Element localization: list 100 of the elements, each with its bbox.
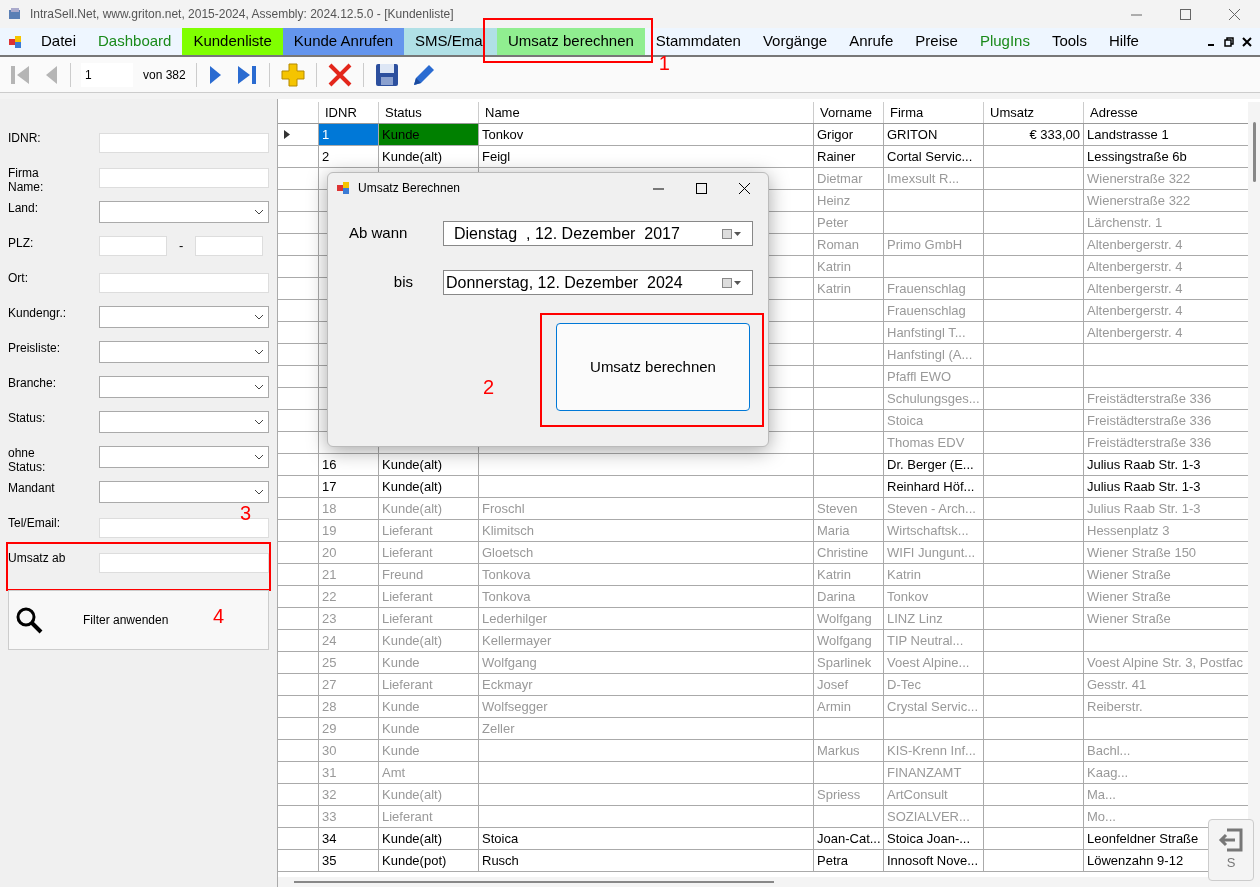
- exit-button[interactable]: S: [1208, 819, 1254, 881]
- table-cell-text: Grigor: [817, 125, 854, 144]
- table-cell-text: Frauenschlag: [887, 279, 966, 298]
- table-cell-text: 22: [322, 587, 337, 606]
- dropdown-field[interactable]: [99, 446, 269, 468]
- table-cell-text: Wiener Straße 150: [1087, 543, 1197, 562]
- table-cell-text: Leonfeldner Straße: [1087, 829, 1199, 848]
- menu-item[interactable]: Tools: [1040, 28, 1098, 55]
- dropdown-field[interactable]: [99, 341, 269, 363]
- column-header[interactable]: Firma: [883, 102, 983, 123]
- dropdown-field[interactable]: [99, 411, 269, 433]
- table-cell-text: ArtConsult: [887, 785, 948, 804]
- table-cell-text: D-Tec: [887, 675, 921, 694]
- table-cell-text: 2: [322, 147, 330, 166]
- column-header[interactable]: Status: [378, 102, 478, 123]
- table-cell-text: Lieferant: [382, 521, 433, 540]
- table-cell-text: Heinz: [817, 191, 851, 210]
- table-cell-text: Kunde(alt): [382, 147, 442, 166]
- column-header[interactable]: Umsatz: [983, 102, 1083, 123]
- menu-item[interactable]: Stammdaten: [644, 28, 752, 55]
- column-header[interactable]: Vorname: [813, 102, 883, 123]
- input-field[interactable]: [99, 236, 167, 256]
- table-cell-text: 21: [322, 565, 337, 584]
- column-header[interactable]: IDNR: [318, 102, 378, 123]
- menu-item[interactable]: PlugIns: [968, 28, 1041, 55]
- date-field[interactable]: Donnerstag, 12. Dezember 2024: [443, 270, 753, 295]
- table-cell-text: Tonkova: [482, 565, 531, 584]
- menu-item[interactable]: Kundenliste: [182, 28, 283, 55]
- column-header[interactable]: Name: [478, 102, 813, 123]
- table-cell-text: Pfaffl EWO: [887, 367, 952, 386]
- field-label: Firma Name:: [8, 165, 45, 194]
- table-cell-text: WIFI Jungunt...: [887, 543, 976, 562]
- calendar-dropdown-icon[interactable]: [722, 277, 742, 288]
- table-cell-text: Feigl: [482, 147, 511, 166]
- table-cell-text: Kunde: [382, 125, 420, 144]
- table-cell-text: 20: [322, 543, 337, 562]
- table-cell-text: Lieferant: [382, 675, 433, 694]
- menu-item[interactable]: SMS/Emai: [404, 28, 497, 55]
- table-cell-text: 32: [322, 785, 337, 804]
- calendar-dropdown-icon[interactable]: [722, 228, 742, 239]
- date-field[interactable]: Dienstag , 12. Dezember 2017: [443, 221, 753, 246]
- input-field[interactable]: [195, 236, 264, 256]
- table-cell-text: Steven - Arch...: [887, 499, 976, 518]
- input-field[interactable]: [99, 518, 269, 538]
- table-cell-text: Wiener Straße: [1087, 565, 1171, 584]
- menu-item[interactable]: Dashboard: [87, 28, 183, 55]
- dropdown-field[interactable]: [99, 376, 269, 398]
- input-field[interactable]: [99, 133, 269, 153]
- table-cell-text: Stoica: [887, 411, 924, 430]
- table-cell-text: Löwenzahn 9-12: [1087, 851, 1184, 870]
- row-pointer-icon: [284, 130, 290, 139]
- table-cell-text: Hanfstingl T...: [887, 323, 966, 342]
- table-cell-text: GRITON: [887, 125, 938, 144]
- table-cell-text: Lärchenstr. 1: [1087, 213, 1163, 232]
- field-label: PLZ:: [8, 235, 35, 250]
- table-cell-text: Mo...: [1087, 807, 1116, 826]
- table-cell-text: 35: [322, 851, 337, 870]
- menu-item[interactable]: Kunde Anrufen: [282, 28, 405, 55]
- table-cell-text: Wienerstraße 322: [1087, 169, 1191, 188]
- plus-icon[interactable]: [279, 61, 306, 88]
- table-cell-text: Voest Alpine...: [887, 653, 970, 672]
- dropdown-field[interactable]: [99, 481, 269, 503]
- page-field[interactable]: 1: [81, 62, 133, 87]
- scrollbar-thumb[interactable]: [294, 881, 774, 883]
- table-cell-text: Wirtschaftsk...: [887, 521, 969, 540]
- callout-number: 3: [240, 503, 252, 523]
- table-cell-text: Josef: [817, 675, 849, 694]
- dropdown-field[interactable]: [99, 201, 269, 223]
- menu-item[interactable]: Preise: [904, 28, 969, 55]
- table-cell-text: Maria: [817, 521, 850, 540]
- table-cell-text: Wolfgang: [817, 631, 872, 650]
- close-icon[interactable]: [1242, 36, 1252, 47]
- table-cell-text: LINZ Linz: [887, 609, 943, 628]
- restore-icon[interactable]: [1224, 36, 1234, 47]
- table-cell-text: Dr. Berger (E...: [887, 455, 974, 474]
- input-field[interactable]: [99, 273, 269, 293]
- chevron-icon: [254, 489, 264, 495]
- dropdown-field[interactable]: [99, 306, 269, 328]
- close-icon[interactable]: [739, 182, 750, 194]
- menu-item[interactable]: Vorgänge: [751, 28, 839, 55]
- input-field[interactable]: [99, 168, 269, 188]
- scrollbar-thumb[interactable]: [1252, 122, 1256, 182]
- maximize-icon[interactable]: [696, 182, 707, 194]
- delete-icon[interactable]: [326, 61, 353, 88]
- table-cell-text: Kunde(alt): [382, 785, 442, 804]
- table-cell-text: Petra: [817, 851, 849, 870]
- table-cell-text: Dietmar: [817, 169, 863, 188]
- table-cell-text: 34: [322, 829, 337, 848]
- input-field[interactable]: [99, 553, 269, 573]
- menu-item[interactable]: Umsatz berechnen: [496, 28, 645, 55]
- callout-number: 2: [483, 377, 495, 397]
- table-cell-text: Froschl: [482, 499, 525, 518]
- calculate-button[interactable]: Umsatz berechnen: [556, 323, 750, 411]
- menu-item[interactable]: Anrufe: [838, 28, 905, 55]
- table-cell-text: Kunde(alt): [382, 829, 442, 848]
- save-icon[interactable]: [373, 61, 400, 88]
- menu-item[interactable]: Datei: [30, 28, 88, 55]
- menu-item[interactable]: Hilfe: [1097, 28, 1150, 55]
- table-cell-text: Katrin: [817, 257, 851, 276]
- table-cell-text: Ma...: [1087, 785, 1116, 804]
